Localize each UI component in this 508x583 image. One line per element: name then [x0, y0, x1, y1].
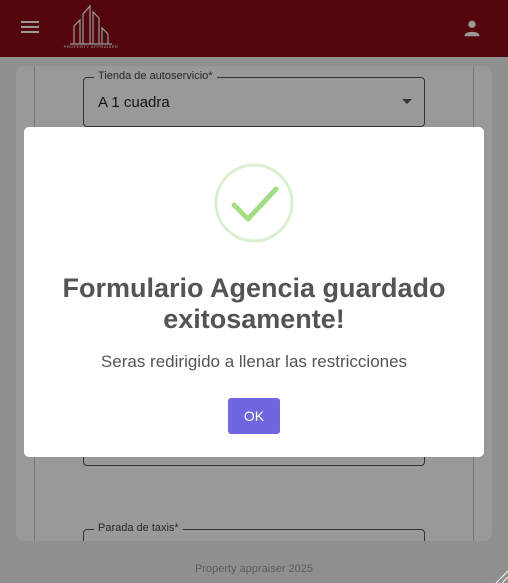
resize-handle-icon[interactable]: [494, 569, 508, 583]
success-check-icon: [214, 163, 294, 243]
success-dialog: Formulario Agencia guardado exitosamente…: [24, 127, 484, 457]
ok-button[interactable]: OK: [228, 398, 280, 434]
dialog-title: Formulario Agencia guardado exitosamente…: [62, 273, 446, 334]
dialog-message: Seras redirigido a llenar las restriccio…: [100, 352, 408, 371]
